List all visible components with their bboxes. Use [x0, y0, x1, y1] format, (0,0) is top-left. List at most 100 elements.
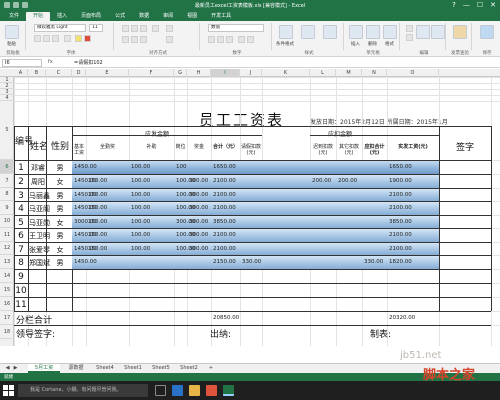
column-header-e[interactable]: E [86, 69, 129, 77]
wrap-text-icon[interactable] [166, 25, 173, 32]
comma-icon[interactable] [226, 36, 233, 43]
sheet-tab-2[interactable]: Sheet4 [92, 364, 118, 373]
name-box[interactable]: I6 [2, 59, 42, 67]
table-format-icon[interactable] [301, 25, 315, 39]
column-header-o[interactable]: O [387, 69, 439, 77]
column-header-a[interactable]: A [14, 69, 28, 77]
conditional-format-icon[interactable] [279, 25, 293, 39]
underline-icon[interactable] [52, 35, 59, 42]
formula-input[interactable]: =请假扣102 [74, 59, 103, 67]
column-header-i[interactable]: I [211, 69, 240, 77]
row-header-7[interactable]: 7 [0, 174, 14, 188]
row-header-18[interactable]: 18 [0, 325, 14, 339]
paste-icon[interactable] [5, 25, 19, 39]
font-color-icon[interactable] [84, 35, 91, 42]
sheet-tab-4[interactable]: Sheet5 [148, 364, 174, 373]
fx-icon[interactable]: fx [48, 59, 53, 65]
align-left-icon[interactable] [122, 36, 129, 43]
delete-button[interactable]: 删除 [368, 41, 377, 47]
conditional-format-button[interactable]: 条件格式 [276, 41, 294, 47]
task-view-icon[interactable] [155, 385, 166, 396]
column-header-g[interactable]: G [174, 69, 187, 77]
row-header-11[interactable]: 11 [0, 228, 14, 242]
align-middle-icon[interactable] [131, 25, 138, 32]
maximize-icon[interactable]: ☐ [477, 1, 483, 9]
ribbon-tab-5[interactable]: 数据 [132, 12, 156, 21]
row-header-17[interactable]: 17 [0, 311, 14, 325]
column-header-n[interactable]: N [362, 69, 387, 77]
row-header-15[interactable]: 15 [0, 283, 14, 297]
font-name-select[interactable]: 微软雅黑 Light [34, 24, 86, 32]
sort-filter-icon[interactable] [416, 25, 430, 39]
column-header-f[interactable]: F [129, 69, 174, 77]
cortana-search-box[interactable]: 我是 Cortana，小娜。有问题尽管问我。 [18, 384, 148, 397]
format-button[interactable]: 格式 [385, 41, 394, 47]
ribbon-tab-7[interactable]: 视图 [180, 12, 204, 21]
help-icon[interactable]: ? [452, 1, 456, 9]
cell-styles-icon[interactable] [323, 25, 337, 39]
currency-icon[interactable] [208, 36, 215, 43]
row-header-12[interactable]: 12 [0, 242, 14, 255]
row-header-6[interactable]: 6 [0, 160, 14, 174]
add-sheet-button[interactable]: + [206, 364, 216, 373]
font-size-select[interactable]: 11 [89, 24, 103, 32]
percent-icon[interactable] [217, 36, 224, 43]
row-header-10[interactable]: 10 [0, 215, 14, 228]
store-icon[interactable] [206, 385, 217, 396]
bold-icon[interactable] [34, 35, 41, 42]
align-center-icon[interactable] [131, 36, 138, 43]
orientation-icon[interactable] [152, 25, 159, 32]
column-header-b[interactable]: B [28, 69, 46, 77]
find-select-icon[interactable] [431, 25, 445, 39]
sheet-tab-0[interactable]: 5月工资 [28, 364, 60, 373]
row-header-9[interactable]: 9 [0, 201, 14, 215]
cloud-save-icon[interactable] [480, 25, 494, 39]
ribbon-tab-0[interactable]: 文件 [2, 12, 26, 21]
autosum-icon[interactable] [406, 25, 413, 32]
edge-browser-icon[interactable] [172, 385, 183, 396]
fill-icon[interactable] [406, 34, 413, 41]
align-top-icon[interactable] [122, 25, 129, 32]
align-right-icon[interactable] [140, 36, 147, 43]
worksheet[interactable]: 员工工资表 发放日期：2015年2月12日 所属日期：2015年1月 应发金额应… [14, 77, 500, 346]
align-bottom-icon[interactable] [140, 25, 147, 32]
column-header-d[interactable]: D [72, 69, 86, 77]
column-header-h[interactable]: H [187, 69, 211, 77]
excel-taskbar-icon[interactable] [223, 385, 234, 396]
minimize-icon[interactable]: — [463, 1, 470, 9]
merge-center-icon[interactable] [166, 36, 173, 43]
format-cells-icon[interactable] [383, 25, 397, 39]
border-icon[interactable] [64, 35, 71, 42]
column-header-c[interactable]: C [46, 69, 72, 77]
row-header-16[interactable]: 16 [0, 297, 14, 311]
fill-color-icon[interactable] [75, 35, 82, 42]
row-header-14[interactable]: 14 [0, 269, 14, 283]
italic-icon[interactable] [43, 35, 50, 42]
invoice-check-icon[interactable] [453, 25, 467, 39]
column-header-l[interactable]: L [310, 69, 336, 77]
column-header-j[interactable]: J [240, 69, 262, 77]
next-sheet-icon[interactable]: ▶ [12, 364, 19, 373]
delete-cells-icon[interactable] [366, 25, 380, 39]
windows-start-icon[interactable] [3, 385, 14, 396]
row-header-8[interactable]: 8 [0, 188, 14, 201]
row-header-5[interactable]: 5 [0, 101, 14, 160]
close-icon[interactable]: ✕ [490, 1, 496, 9]
prev-sheet-icon[interactable]: ◀ [4, 364, 11, 373]
insert-cells-icon[interactable] [349, 25, 363, 39]
ribbon-tab-3[interactable]: 页面布局 [74, 12, 108, 21]
ribbon-tab-2[interactable]: 插入 [50, 12, 74, 21]
sheet-tab-3[interactable]: Sheet1 [120, 364, 146, 373]
increase-decimal-icon[interactable] [238, 36, 245, 43]
column-header-m[interactable]: M [336, 69, 362, 77]
column-header-k[interactable]: K [262, 69, 310, 77]
ribbon-tab-8[interactable]: 开发工具 [204, 12, 238, 21]
sheet-tab-1[interactable]: 源数据 [62, 364, 90, 373]
file-explorer-icon[interactable] [189, 385, 200, 396]
number-format-select[interactable]: 数值 [208, 24, 264, 32]
sheet-tab-5[interactable]: Sheet2 [176, 364, 202, 373]
ribbon-tab-6[interactable]: 审阅 [156, 12, 180, 21]
row-header-13[interactable]: 13 [0, 255, 14, 269]
insert-button[interactable]: 插入 [351, 41, 360, 47]
ribbon-tab-1[interactable]: 开始 [26, 12, 51, 21]
